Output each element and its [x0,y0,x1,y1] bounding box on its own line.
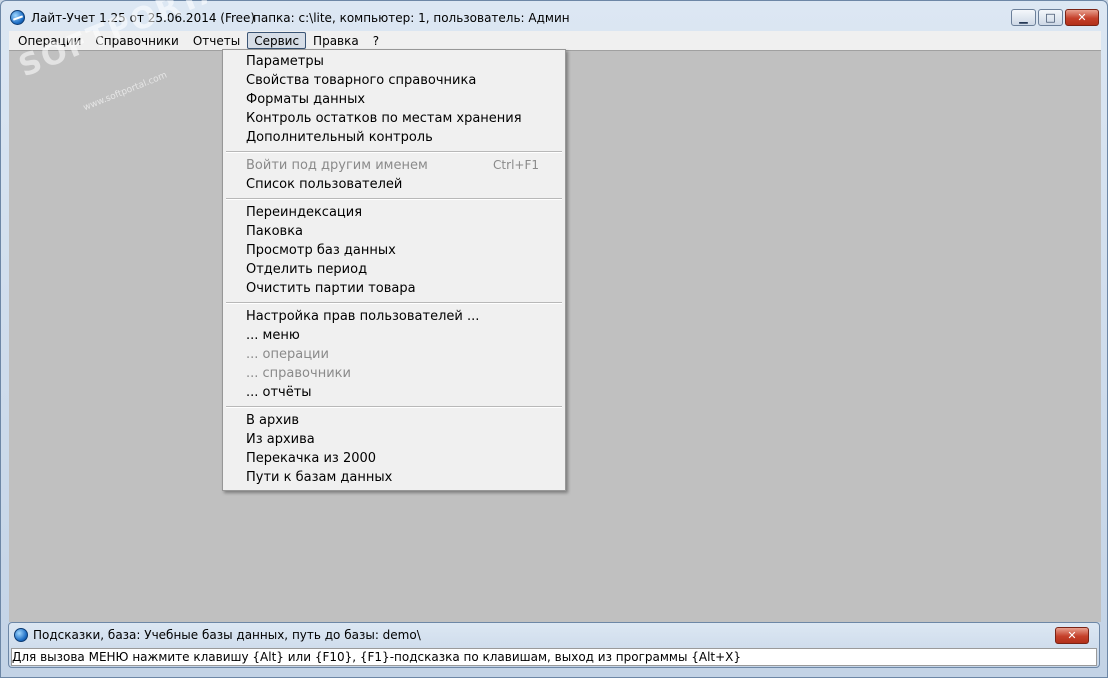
dropdown-item[interactable]: Параметры [223,52,565,71]
hints-globe-icon [14,628,28,642]
dropdown-item-label: Список пользователей [246,177,403,192]
dropdown-item[interactable]: Из архива [223,430,565,449]
dropdown-item-label: Очистить партии товара [246,281,416,296]
menu-separator [223,402,565,411]
dropdown-item[interactable]: Очистить партии товара [223,279,565,298]
minimize-icon: ▁ [1019,11,1028,24]
dropdown-item-shortcut: Ctrl+F1 [493,158,539,172]
hints-text: Для вызова МЕНЮ нажмите клавишу {Alt} ил… [11,648,1097,666]
dropdown-item-label: Форматы данных [246,92,366,107]
menu-item-5[interactable]: ? [366,32,386,49]
hints-title: Подсказки, база: Учебные базы данных, пу… [33,628,421,642]
dropdown-item-label: Отделить период [246,262,368,277]
dropdown-item-label: Дополнительный контроль [246,130,433,145]
dropdown-item: ... операции [223,345,565,364]
menu-bar: Операции Справочники Отчеты Сервис Правка? [9,31,1101,50]
title-bar[interactable]: Лайт-Учет 1.25 от 25.06.2014 (Free) папк… [1,1,1107,31]
dropdown-item[interactable]: Паковка [223,222,565,241]
service-dropdown-menu: Параметры Свойства товарного справочника Ф… [222,49,566,491]
menu-item-1[interactable]: Справочники [88,32,185,49]
dropdown-item[interactable]: Просмотр баз данных [223,241,565,260]
dropdown-item[interactable]: Форматы данных [223,90,565,109]
dropdown-item-label: Настройка прав пользователей ... [246,309,480,324]
dropdown-item-label: Паковка [246,224,304,239]
dropdown-item[interactable]: Отделить период [223,260,565,279]
dropdown-item[interactable]: Пути к базам данных [223,468,565,487]
dropdown-item[interactable]: Переиндексация [223,203,565,222]
dropdown-item[interactable]: Свойства товарного справочника [223,71,565,90]
dropdown-item[interactable]: ... отчёты [223,383,565,402]
menu-separator [223,194,565,203]
maximize-button[interactable]: □ [1038,9,1063,26]
dropdown-item-label: Параметры [246,54,324,69]
close-icon: ✕ [1067,629,1077,642]
window-controls: ▁ □ ✕ [1011,9,1099,26]
close-icon: ✕ [1077,11,1087,24]
hints-close-button[interactable]: ✕ [1055,627,1089,644]
dropdown-item[interactable]: Дополнительный контроль [223,128,565,147]
dropdown-item-label: Пути к базам данных [246,470,393,485]
dropdown-item-label: ... меню [246,328,300,343]
dropdown-item-label: Просмотр баз данных [246,243,396,258]
dropdown-item-label: Войти под другим именем [246,158,428,173]
window-title: Лайт-Учет 1.25 от 25.06.2014 (Free) [31,11,256,25]
dropdown-item-label: Свойства товарного справочника [246,73,477,88]
dropdown-item-label: Из архива [246,432,315,447]
dropdown-item[interactable]: ... меню [223,326,565,345]
window-info: папка: c:\lite, компьютер: 1, пользовате… [253,11,570,25]
menu-separator [223,298,565,307]
dropdown-item-label: Контроль остатков по местам хранения [246,111,522,126]
dropdown-item-label: ... отчёты [246,385,312,400]
menu-item-0[interactable]: Операции [11,32,88,49]
dropdown-item[interactable]: Список пользователей [223,175,565,194]
minimize-button[interactable]: ▁ [1011,9,1036,26]
menu-item-3[interactable]: Сервис [247,32,307,49]
dropdown-item[interactable]: Контроль остатков по местам хранения [223,109,565,128]
menu-item-2[interactable]: Отчеты [186,32,247,49]
dropdown-item[interactable]: Настройка прав пользователей ... [223,307,565,326]
dropdown-item: Войти под другим именем Ctrl+F1 [223,156,565,175]
menu-separator [223,147,565,156]
menu-item-4[interactable]: Правка [306,32,366,49]
close-button[interactable]: ✕ [1065,9,1099,26]
dropdown-item: ... справочники [223,364,565,383]
hints-panel: Подсказки, база: Учебные базы данных, пу… [8,622,1100,668]
maximize-icon: □ [1045,11,1056,24]
dropdown-item-label: Перекачка из 2000 [246,451,377,466]
dropdown-item[interactable]: В архив [223,411,565,430]
dropdown-item-label: ... справочники [246,366,351,381]
dropdown-item[interactable]: Перекачка из 2000 [223,449,565,468]
dropdown-item-label: В архив [246,413,300,428]
app-globe-icon[interactable] [10,10,25,25]
dropdown-item-label: ... операции [246,347,329,362]
dropdown-item-label: Переиндексация [246,205,363,220]
